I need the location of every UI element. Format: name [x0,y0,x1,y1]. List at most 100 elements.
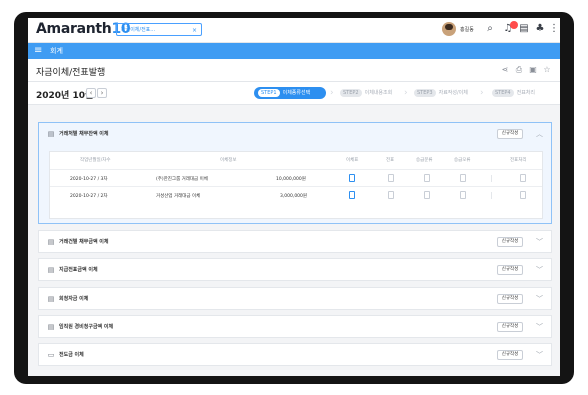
new-button[interactable]: 신규작성 [497,294,523,304]
column-header: 작업년월일/차수 [80,158,111,163]
step-4-label: 전표처리 [516,90,535,96]
section-header[interactable]: ▤ 거래건별 채무금액 이체 신규작성 ﹀ [39,231,551,253]
process-doc-icon[interactable] [520,191,526,199]
chevron-down-icon[interactable]: ﹀ [536,294,543,304]
section-title: 임직원 경비청구금액 이체 [59,324,114,330]
month-label: 2020년 10월 [36,91,94,101]
org-chart-icon[interactable]: ♣ [534,23,546,35]
column-header: 전표 [386,158,395,163]
new-button[interactable]: 신규작성 [497,322,523,332]
column-header: 전표처리 [510,158,527,163]
favorite-star-icon[interactable]: ☆ [542,65,552,75]
step-1-label: 이체종류선택 [282,90,311,96]
step-3-number: STEP3 [414,89,436,97]
row-info: 거성산업 거래대금 이체 [156,194,201,199]
open-tab[interactable]: 자금이체/전표... × [116,23,202,36]
page-title: 자금이체/전표발행 [36,68,106,78]
module-menu-bar: ≡ 회계 [28,43,560,59]
card-icon: ▭ [47,351,55,359]
step-bar: 2020년 10월 ‹ › STEP1 이체종류선택 › STEP2 이체내용조회 … [28,82,560,105]
row-amount: 3,000,000원 [280,194,308,199]
section-title: 거래처별 채무잔액 이체 [59,131,109,137]
section-header[interactable]: ▭ 전도금 이체 신규작성 ﹀ [39,344,551,366]
step-4[interactable]: STEP4 전표처리 [492,87,535,99]
step-arrow-icon: › [404,88,408,98]
chevron-down-icon[interactable]: ﹀ [536,237,543,247]
section-vendor-balance: ▤ 거래처별 채무잔액 이체 신규작성 ︿ 작업년월일/차수 이체정보 이체표 … [38,122,552,224]
document-icon: ▤ [47,130,55,138]
step-2-number: STEP2 [340,89,362,97]
error-doc-icon[interactable] [460,174,466,182]
section-advance-payment: ▭ 전도금 이체 신규작성 ﹀ [38,343,552,366]
table-row[interactable]: 2020-10-27 / 2차 거성산업 거래대금 이체 3,000,000원 [50,186,542,204]
close-tab-icon[interactable]: × [192,24,197,35]
step-1-number: STEP1 [258,89,280,97]
step-1[interactable]: STEP1 이체종류선택 [254,87,326,99]
brand-name: Amaranth [36,21,112,37]
transfer-doc-icon[interactable] [349,191,355,199]
column-header: 승급문류 [416,158,433,163]
section-title: 지급전표금액 이체 [59,267,98,273]
user-name[interactable]: 홍길동 [460,26,474,33]
memo-icon[interactable]: ▤ [518,23,530,35]
approval-doc-icon[interactable] [424,191,430,199]
approval-doc-icon[interactable] [424,174,430,182]
step-arrow-icon: › [330,88,334,98]
avatar[interactable] [442,22,456,36]
column-header: 이체정보 [220,158,237,163]
row-amount: 10,000,000원 [276,177,306,182]
open-tab-label: 자금이체/전표... [121,27,156,33]
chevron-down-icon[interactable]: ﹀ [536,265,543,275]
section-title: 전도금 이체 [59,352,84,358]
table-row[interactable]: 2020-10-27 / 3차 (주)한진그룹 거래대금 이체 10,000,0… [50,169,542,187]
page-header: 자금이체/전표발행 ⋖ ⎙ ▣ ☆ [28,59,560,82]
section-header[interactable]: ▤ 회청자금 이체 신규작성 ﹀ [39,288,551,310]
process-doc-icon[interactable] [520,174,526,182]
step-arrow-icon: › [480,88,484,98]
document-icon: ▤ [47,266,55,274]
new-button[interactable]: 신규작성 [497,265,523,275]
transfer-doc-icon[interactable] [349,174,355,182]
chevron-down-icon[interactable]: ﹀ [536,350,543,360]
print-icon[interactable]: ⎙ [514,65,524,75]
app-screen: Amaranth10 자금이체/전표... × 홍길동 ⌕ ♫ ▤ ♣ ⋮ ≡ … [28,18,560,376]
section-payment-voucher: ▤ 지급전표금액 이체 신규작성 ﹀ [38,258,552,281]
more-icon[interactable]: ⋮ [548,23,560,35]
search-icon[interactable]: ⌕ [484,23,496,35]
chevron-down-icon[interactable]: ﹀ [536,322,543,332]
document-icon: ▤ [47,238,55,246]
share-icon[interactable]: ⋖ [500,65,510,75]
voucher-doc-icon[interactable] [388,191,394,199]
section-transaction-debt: ▤ 거래건별 채무금액 이체 신규작성 ﹀ [38,230,552,253]
document-icon: ▤ [47,323,55,331]
prev-month-button[interactable]: ‹ [86,88,96,98]
step-3-label: 자료작성/이체 [438,90,468,96]
section-employee-expense: ▤ 임직원 경비청구금액 이체 신규작성 ﹀ [38,315,552,338]
new-button[interactable]: 신규작성 [497,237,523,247]
section-header[interactable]: ▤ 거래처별 채무잔액 이체 신규작성 ︿ [39,123,551,145]
top-bar: Amaranth10 자금이체/전표... × 홍길동 ⌕ ♫ ▤ ♣ ⋮ [28,18,560,43]
section-header[interactable]: ▤ 임직원 경비청구금액 이체 신규작성 ﹀ [39,316,551,338]
column-header: 승급오류 [454,158,471,163]
notification-badge [510,21,518,29]
step-2[interactable]: STEP2 이체내용조회 [340,87,392,99]
document-icon: ▤ [47,295,55,303]
section-title: 회청자금 이체 [59,296,89,302]
column-header: 이체표 [346,158,359,163]
section-fund-transfer: ▤ 회청자금 이체 신규작성 ﹀ [38,287,552,310]
step-3[interactable]: STEP3 자료작성/이체 [414,87,468,99]
export-icon[interactable]: ▣ [528,65,538,75]
new-button[interactable]: 신규작성 [497,129,523,139]
divider [491,175,492,182]
transfer-table: 작업년월일/차수 이체정보 이체표 전표 승급문류 승급오류 전표처리 2020… [49,151,543,219]
row-date: 2020-10-27 / 3차 [70,177,108,182]
next-month-button[interactable]: › [97,88,107,98]
hamburger-menu-icon[interactable]: ≡ [34,45,42,57]
chevron-up-icon[interactable]: ︿ [536,129,543,139]
voucher-doc-icon[interactable] [388,174,394,182]
section-header[interactable]: ▤ 지급전표금액 이체 신규작성 ﹀ [39,259,551,281]
divider [491,192,492,199]
section-title: 거래건별 채무금액 이체 [59,239,109,245]
new-button[interactable]: 신규작성 [497,350,523,360]
error-doc-icon[interactable] [460,191,466,199]
